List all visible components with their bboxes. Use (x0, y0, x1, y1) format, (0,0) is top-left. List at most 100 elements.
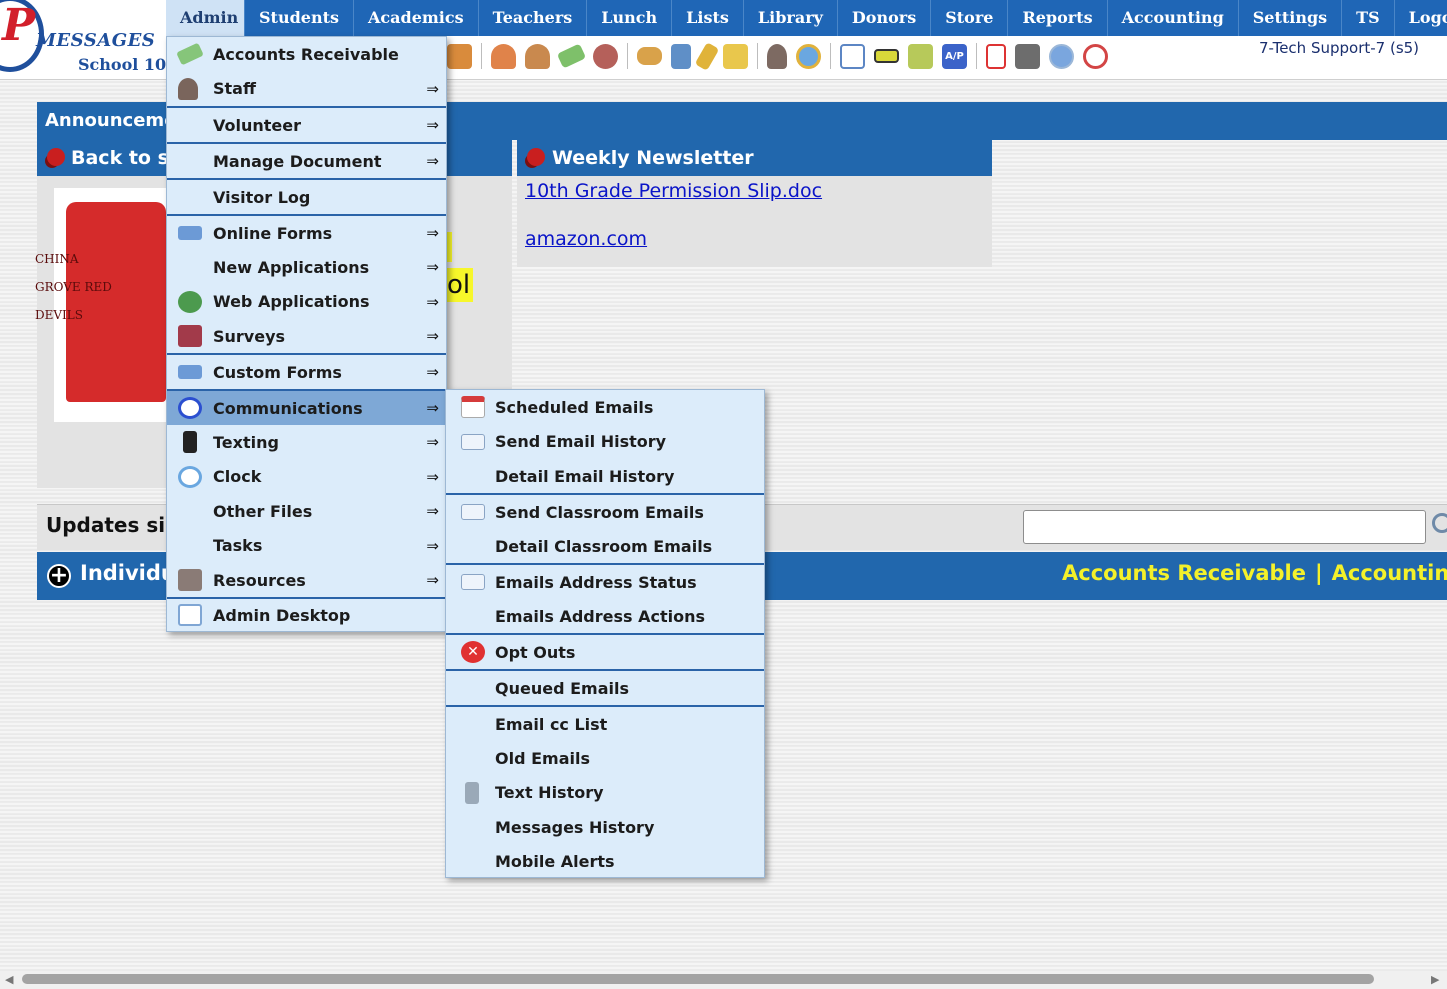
menu-item-label: Staff (213, 79, 256, 98)
nav-ts[interactable]: TS (1342, 0, 1395, 36)
comm-item-opt-outs[interactable]: ✕ Opt Outs (446, 633, 764, 669)
support-user-label: 7-Tech Support-7 (s5) (1259, 39, 1420, 57)
submenu-arrow-icon: ⇒ (426, 467, 439, 486)
admin-menu-item-texting[interactable]: Texting ⇒ (167, 425, 446, 459)
comm-item-text-history[interactable]: Text History (446, 775, 764, 810)
money-icon (176, 42, 204, 66)
menu-item-label: Send Email History (495, 432, 667, 451)
comm-item-detail-classroom-emails[interactable]: Detail Classroom Emails (446, 529, 764, 563)
nav-academics[interactable]: Academics (354, 0, 479, 36)
clock-icon (178, 465, 202, 488)
desktop-icon (178, 604, 202, 626)
newsletter-link-permission-slip[interactable]: 10th Grade Permission Slip.doc (525, 180, 822, 202)
admin-menu-item-admin-desktop[interactable]: Admin Desktop (167, 597, 446, 631)
highlight-text: ol (447, 268, 473, 302)
admin-menu-item-visitor-log[interactable]: Visitor Log (167, 178, 446, 214)
admin-menu-item-custom-forms[interactable]: Custom Forms ⇒ (167, 353, 446, 389)
people-icon[interactable] (593, 43, 618, 69)
pdf-icon[interactable] (986, 43, 1006, 69)
register-icon[interactable] (1015, 43, 1040, 69)
html-icon (178, 226, 202, 240)
comm-item-emails-address-actions[interactable]: Emails Address Actions (446, 599, 764, 633)
nav-settings[interactable]: Settings (1239, 0, 1343, 36)
menu-item-label: Resources (213, 570, 306, 590)
megaphone-icon[interactable] (447, 43, 472, 69)
menu-item-label: New Applications (213, 257, 370, 277)
menu-item-label: Email cc List (495, 714, 608, 734)
comm-item-email-cc-list[interactable]: Email cc List (446, 705, 764, 741)
admin-menu-item-web-applications[interactable]: Web Applications ⇒ (167, 284, 446, 319)
expand-plus-icon[interactable]: + (47, 564, 71, 588)
help-icon[interactable] (1049, 43, 1074, 69)
broom-icon[interactable] (694, 41, 720, 71)
student-icon[interactable] (525, 43, 550, 69)
admin-menu-item-resources[interactable]: Resources ⇒ (167, 563, 446, 597)
nav-library[interactable]: Library (744, 0, 838, 36)
menu-item-label: Communications (213, 398, 363, 418)
comm-item-queued-emails[interactable]: Queued Emails (446, 669, 764, 705)
admin-menu-item-new-applications[interactable]: New Applications ⇒ (167, 250, 446, 284)
admin-menu-item-surveys[interactable]: Surveys ⇒ (167, 319, 446, 353)
comm-item-old-emails[interactable]: Old Emails (446, 741, 764, 775)
admin-menu-item-volunteer[interactable]: Volunteer ⇒ (167, 106, 446, 142)
ticket-icon[interactable] (874, 49, 899, 63)
add-student-icon[interactable] (491, 43, 516, 69)
admin-menu-item-other-files[interactable]: Other Files ⇒ (167, 494, 446, 528)
comm-item-scheduled-emails[interactable]: Scheduled Emails (446, 390, 764, 424)
nav-logout[interactable]: Logout (1395, 0, 1447, 36)
newsletter-link-amazon[interactable]: amazon.com (525, 228, 647, 250)
nav-store[interactable]: Store (931, 0, 1009, 36)
export-icon[interactable] (723, 43, 748, 69)
menu-item-label: Surveys (213, 326, 286, 346)
comm-item-messages-history[interactable]: Messages History (446, 810, 764, 844)
nav-reports[interactable]: Reports (1008, 0, 1108, 36)
nav-lists[interactable]: Lists (672, 0, 744, 36)
book-icon[interactable] (671, 43, 691, 69)
communications-submenu: Scheduled Emails Send Email History Deta… (445, 389, 765, 878)
pin-icon (47, 148, 65, 166)
search-input[interactable] (1023, 510, 1426, 544)
admin-menu-item-manage-document[interactable]: Manage Document ⇒ (167, 142, 446, 178)
ap-icon[interactable]: A/P (942, 43, 967, 69)
submenu-arrow-icon: ⇒ (426, 399, 439, 417)
staff-icon[interactable] (767, 43, 787, 69)
menu-item-label: Manage Document (213, 151, 382, 171)
nav-admin[interactable]: Admin (166, 0, 245, 36)
newsletter-title: Weekly Newsletter (517, 140, 992, 176)
link-accounts-receivable[interactable]: Accounts Receivable (1062, 561, 1306, 585)
printer-icon[interactable] (908, 43, 933, 69)
admin-menu-item-accounts-receivable[interactable]: Accounts Receivable (167, 37, 446, 71)
quick-toolbar: A/P (447, 40, 1108, 72)
comm-item-detail-email-history[interactable]: Detail Email History (446, 459, 764, 493)
comm-item-send-email-history[interactable]: Send Email History (446, 424, 764, 459)
menu-item-label: Scheduled Emails (495, 397, 654, 417)
nav-donors[interactable]: Donors (838, 0, 932, 36)
money-icon[interactable] (556, 43, 587, 69)
scroll-left-arrow-icon[interactable]: ◀ (5, 971, 13, 989)
nav-lunch[interactable]: Lunch (587, 0, 673, 36)
menu-item-label: Detail Email History (495, 466, 675, 486)
search-icon[interactable] (1432, 513, 1447, 533)
comm-item-mobile-alerts[interactable]: Mobile Alerts (446, 844, 764, 878)
scroll-right-arrow-icon[interactable]: ▶ (1431, 971, 1439, 989)
admin-menu-item-communications[interactable]: Communications ⇒ (167, 389, 446, 425)
toolbar-divider (627, 43, 628, 69)
submenu-arrow-icon: ⇒ (426, 536, 439, 555)
table-icon[interactable] (840, 43, 865, 69)
nav-teachers[interactable]: Teachers (479, 0, 588, 36)
burger-icon[interactable] (637, 47, 662, 65)
comm-item-send-classroom-emails[interactable]: Send Classroom Emails (446, 493, 764, 529)
link-accounting[interactable]: Accounting (1332, 561, 1447, 585)
comm-item-emails-address-status[interactable]: Emails Address Status (446, 563, 764, 599)
submenu-arrow-icon: ⇒ (426, 258, 439, 276)
admin-menu-item-staff[interactable]: Staff ⇒ (167, 71, 446, 106)
admin-menu-item-clock[interactable]: Clock ⇒ (167, 459, 446, 494)
clock-icon[interactable] (796, 43, 821, 69)
power-icon[interactable] (1083, 43, 1108, 69)
admin-menu-item-online-forms[interactable]: Online Forms ⇒ (167, 214, 446, 250)
menu-item-label: Mobile Alerts (495, 851, 615, 871)
admin-menu-item-tasks[interactable]: Tasks ⇒ (167, 528, 446, 563)
scrollbar-thumb[interactable] (22, 974, 1374, 984)
nav-accounting[interactable]: Accounting (1108, 0, 1239, 36)
nav-students[interactable]: Students (245, 0, 354, 36)
